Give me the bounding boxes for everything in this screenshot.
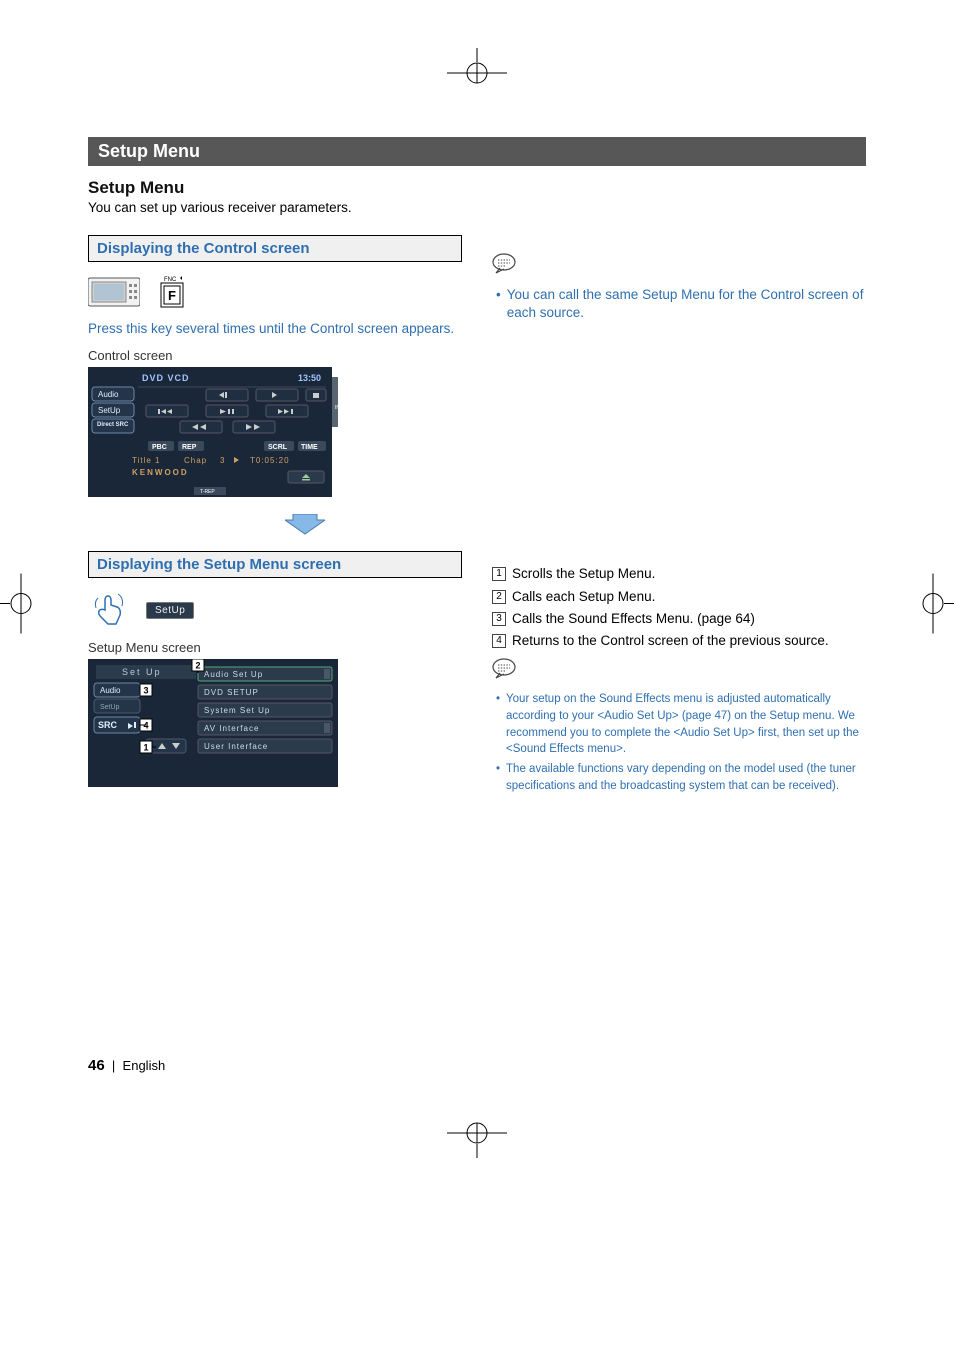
legend-item: Calls the Sound Effects Menu. (page 64) <box>512 610 755 628</box>
svg-text:FNC: FNC <box>164 277 177 283</box>
svg-text:DVD SETUP: DVD SETUP <box>204 688 259 697</box>
svg-text:Set Up: Set Up <box>122 667 162 677</box>
svg-text:F: F <box>168 288 176 303</box>
section-title: Setup Menu <box>88 178 866 198</box>
page-footer: 46 | English <box>88 1057 866 1074</box>
touch-hand-icon <box>88 590 128 630</box>
crop-mark-right <box>898 543 954 663</box>
device-panel-icon <box>88 276 140 308</box>
callout-num-2: 2 <box>492 590 506 604</box>
intro-text: You can set up various receiver paramete… <box>88 200 866 215</box>
legend-item: Returns to the Control screen of the pre… <box>512 632 829 650</box>
svg-text:Chap: Chap <box>184 456 207 465</box>
callout-num-3: 3 <box>492 612 506 626</box>
svg-text:AV Interface: AV Interface <box>204 724 259 733</box>
svg-text:REP: REP <box>182 444 197 451</box>
svg-text:SRC: SRC <box>98 720 118 730</box>
note-same-menu: •You can call the same Setup Menu for th… <box>496 286 866 322</box>
callout-num-1: 1 <box>492 567 506 581</box>
svg-text:System Set Up: System Set Up <box>204 706 270 715</box>
setup-chip: SetUp <box>146 602 194 619</box>
svg-text:User Interface: User Interface <box>204 742 268 751</box>
legend-item: Scrolls the Setup Menu. <box>512 565 655 583</box>
crop-mark-bottom <box>417 1122 537 1158</box>
svg-text:Title 1: Title 1 <box>132 456 161 465</box>
svg-text:Direct SRC: Direct SRC <box>97 422 129 428</box>
down-arrow-icon <box>285 514 325 536</box>
control-screen-label: Control screen <box>88 348 462 363</box>
svg-text:PBC: PBC <box>152 444 167 451</box>
svg-text:T0:05:20: T0:05:20 <box>250 456 290 465</box>
fnc-button-icon: FNC F <box>158 274 186 310</box>
note-bubble-icon <box>492 253 518 275</box>
card-title-control-screen: Displaying the Control screen <box>88 235 462 262</box>
legend-item: Calls each Setup Menu. <box>512 588 655 606</box>
callout-num-4: 4 <box>492 634 506 648</box>
svg-text:T-REP: T-REP <box>200 489 215 495</box>
svg-text:13:50: 13:50 <box>298 373 321 383</box>
setup-menu-screen-label: Setup Menu screen <box>88 640 462 655</box>
crop-mark-top <box>417 48 537 84</box>
svg-text:3: 3 <box>220 456 225 465</box>
card-title-setup-menu: Displaying the Setup Menu screen <box>88 551 462 578</box>
svg-text:TIME: TIME <box>301 444 318 451</box>
svg-text:Audio: Audio <box>98 390 119 399</box>
svg-text:Audio Set Up: Audio Set Up <box>204 670 263 679</box>
press-instruction: Press this key several times until the C… <box>88 320 462 338</box>
crop-mark-left <box>0 543 56 663</box>
svg-text:DVD VCD: DVD VCD <box>142 373 190 383</box>
callout-legend-list: 1 Scrolls the Setup Menu. 2 Calls each Set… <box>492 565 866 650</box>
note-bubble-icon <box>492 658 518 680</box>
svg-text:SetUp: SetUp <box>98 406 121 415</box>
svg-text:SCRL: SCRL <box>268 444 288 451</box>
svg-text:IN: IN <box>335 405 338 411</box>
svg-text:1: 1 <box>144 743 149 753</box>
control-screen-mock: IN DVD VCD 13:50 Audio SetUp Direct SRC <box>88 367 338 507</box>
svg-text:Audio: Audio <box>100 686 121 695</box>
svg-text:2: 2 <box>196 661 201 671</box>
setup-menu-screen-mock: Set Up Audio SetUp SRC Audio Set Up DVD … <box>88 659 358 789</box>
svg-text:SetUp: SetUp <box>100 704 120 711</box>
svg-text:KENWOOD: KENWOOD <box>132 468 189 477</box>
notes-block: •Your setup on the Sound Effects menu is… <box>496 691 866 794</box>
section-banner: Setup Menu <box>88 137 866 166</box>
svg-text:3: 3 <box>144 686 149 696</box>
